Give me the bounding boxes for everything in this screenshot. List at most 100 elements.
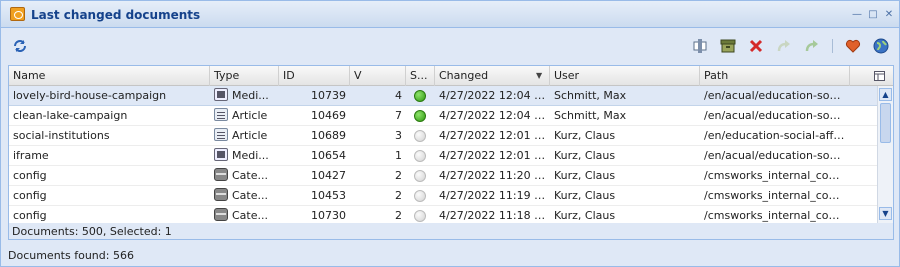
- article-icon: [214, 108, 228, 121]
- toolbar-separator: [832, 39, 833, 53]
- delete-icon[interactable]: [747, 37, 765, 55]
- documents-app-icon: [10, 7, 25, 21]
- category-icon: [214, 208, 228, 221]
- v-cell: 2: [395, 169, 402, 182]
- type-cell: Cate...: [210, 166, 279, 186]
- id-cell: 10654: [311, 149, 346, 162]
- status-indicator: [406, 86, 435, 106]
- table-row[interactable]: lovely-bird-house-campaign Medi... 10739 4 4…: [9, 86, 877, 106]
- changed-cell: 4/27/2022 11:20 AM: [439, 169, 550, 182]
- name-cell: clean-lake-campaign: [13, 109, 128, 122]
- close-icon[interactable]: ✕: [883, 9, 895, 21]
- changed-cell: 4/27/2022 12:04 PM: [439, 89, 550, 102]
- table-row[interactable]: iframe Medi... 10654 1 4/27/2022 12:01 PM Kur…: [9, 146, 877, 166]
- v-cell: 7: [395, 109, 402, 122]
- status-indicator: [406, 106, 435, 126]
- unpublished-status-icon: [414, 210, 426, 222]
- documents-grid: Name Type ID V S... Changed ▼ User Path …: [8, 65, 894, 240]
- v-cell: 3: [395, 129, 402, 142]
- id-cell: 10427: [311, 169, 346, 182]
- column-header-id[interactable]: ID: [279, 66, 350, 86]
- article-icon: [214, 128, 228, 141]
- maximize-icon[interactable]: □: [867, 9, 879, 21]
- name-cell: config: [13, 169, 47, 182]
- favorite-icon[interactable]: [844, 37, 862, 55]
- category-icon: [214, 188, 228, 201]
- user-cell: Kurz, Claus: [554, 129, 616, 142]
- window-title: Last changed documents: [31, 8, 201, 22]
- id-cell: 10469: [311, 109, 346, 122]
- unpublished-status-icon: [414, 130, 426, 142]
- user-cell: Kurz, Claus: [554, 169, 616, 182]
- type-label: Medi...: [232, 89, 269, 102]
- column-header-name[interactable]: Name: [9, 66, 210, 86]
- column-header-path[interactable]: Path: [700, 66, 850, 86]
- changed-cell: 4/27/2022 11:19 AM: [439, 189, 550, 202]
- column-header-changed[interactable]: Changed ▼: [435, 66, 550, 86]
- column-header-status[interactable]: S...: [406, 66, 435, 86]
- changed-cell: 4/27/2022 12:01 PM: [439, 149, 550, 162]
- published-status-icon: [414, 110, 426, 122]
- grid-header: Name Type ID V S... Changed ▼ User Path: [9, 66, 893, 86]
- name-cell: iframe: [13, 149, 49, 162]
- v-cell: 4: [395, 89, 402, 102]
- table-row[interactable]: social-institutions Article 10689 3 4/27/202…: [9, 126, 877, 146]
- column-menu-icon[interactable]: [850, 66, 893, 86]
- user-cell: Schmitt, Max: [554, 89, 627, 102]
- type-cell: Medi...: [210, 146, 279, 166]
- media-icon: [214, 88, 228, 101]
- path-cell: /cmsworks_internal_confi...: [704, 169, 850, 182]
- column-header-user[interactable]: User: [550, 66, 700, 86]
- unpublished-status-icon: [414, 170, 426, 182]
- checkout-icon[interactable]: [691, 37, 709, 55]
- minimize-icon[interactable]: —: [851, 9, 863, 21]
- user-cell: Schmitt, Max: [554, 109, 627, 122]
- id-cell: 10689: [311, 129, 346, 142]
- scroll-up-icon[interactable]: ▲: [879, 88, 892, 101]
- changed-cell: 4/27/2022 12:04 PM: [439, 109, 550, 122]
- path-cell: /en/acual/education-social...: [704, 109, 850, 122]
- path-cell: /cmsworks_internal_confi...: [704, 189, 850, 202]
- globe-icon[interactable]: [872, 37, 890, 55]
- column-header-version[interactable]: V: [350, 66, 406, 86]
- type-label: Article: [232, 109, 268, 122]
- scroll-thumb[interactable]: [880, 103, 891, 143]
- table-row[interactable]: clean-lake-campaign Article 10469 7 4/27/202…: [9, 106, 877, 126]
- refresh-icon[interactable]: [11, 37, 29, 55]
- v-cell: 1: [395, 149, 402, 162]
- changed-cell: 4/27/2022 12:01 PM: [439, 129, 550, 142]
- name-cell: social-institutions: [13, 129, 110, 142]
- type-label: Medi...: [232, 149, 269, 162]
- name-cell: lovely-bird-house-campaign: [13, 89, 167, 102]
- category-icon: [214, 168, 228, 181]
- status-indicator: [406, 126, 435, 146]
- type-label: Cate...: [232, 189, 268, 202]
- table-row[interactable]: config Cate... 10453 2 4/27/2022 11:19 AM Kur…: [9, 186, 877, 206]
- sort-descending-icon: ▼: [536, 71, 543, 80]
- v-cell: 2: [395, 189, 402, 202]
- forward-icon[interactable]: [775, 37, 793, 55]
- media-icon: [214, 148, 228, 161]
- archive-icon[interactable]: [719, 37, 737, 55]
- user-cell: Kurz, Claus: [554, 189, 616, 202]
- title-bar: Last changed documents — □ ✕: [1, 1, 899, 28]
- type-cell: Article: [210, 126, 279, 146]
- type-cell: Cate...: [210, 186, 279, 206]
- column-header-changed-label: Changed: [439, 69, 489, 82]
- column-header-type[interactable]: Type: [210, 66, 279, 86]
- scroll-down-icon[interactable]: ▼: [879, 207, 892, 220]
- vertical-scrollbar[interactable]: ▲ ▼: [877, 86, 893, 239]
- toolbar: [1, 29, 899, 63]
- table-row[interactable]: config Cate... 10427 2 4/27/2022 11:20 AM Kur…: [9, 166, 877, 186]
- path-cell: /en/acual/education-social...: [704, 89, 850, 102]
- status-bar: Documents found: 566: [8, 249, 134, 262]
- send-icon[interactable]: [803, 37, 821, 55]
- path-cell: /en/education-social-affairs: [704, 129, 850, 142]
- last-changed-documents-window: Last changed documents — □ ✕ Name Type I…: [0, 0, 900, 267]
- type-label: Article: [232, 129, 268, 142]
- name-cell: config: [13, 189, 47, 202]
- status-indicator: [406, 166, 435, 186]
- user-cell: Kurz, Claus: [554, 149, 616, 162]
- type-label: Cate...: [232, 169, 268, 182]
- type-cell: Medi...: [210, 86, 279, 106]
